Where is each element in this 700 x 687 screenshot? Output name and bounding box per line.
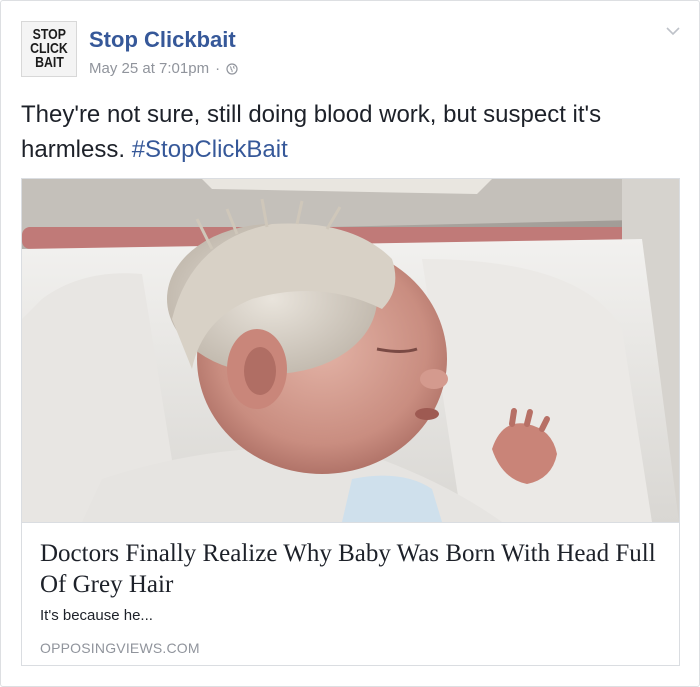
- globe-icon[interactable]: [226, 62, 238, 75]
- chevron-down-icon[interactable]: [665, 25, 681, 37]
- post-meta: May 25 at 7:01pm ·: [89, 60, 238, 77]
- link-description: It's because he...: [40, 607, 153, 624]
- post-timestamp[interactable]: May 25 at 7:01pm: [89, 60, 209, 77]
- avatar-line-3: BAIT: [34, 54, 64, 71]
- post-message: They're not sure, still doing blood work…: [21, 97, 671, 167]
- post-message-text: They're not sure, still doing blood work…: [21, 101, 602, 163]
- facebook-post: STOP CLICK BAIT Stop Clickbait May 25 at…: [0, 0, 700, 687]
- link-title[interactable]: Doctors Finally Realize Why Baby Was Bor…: [40, 538, 670, 600]
- photo-newborn-baby-grey-hair: [22, 179, 679, 522]
- link-preview-body[interactable]: Doctors Finally Realize Why Baby Was Bor…: [22, 522, 679, 665]
- link-domain: OPPOSINGVIEWS.COM: [40, 640, 200, 656]
- page-avatar[interactable]: STOP CLICK BAIT: [21, 21, 77, 77]
- page-name-link[interactable]: Stop Clickbait: [89, 27, 236, 53]
- hashtag-link[interactable]: #StopClickBait: [132, 136, 288, 163]
- link-preview-image[interactable]: [22, 179, 679, 522]
- meta-separator: ·: [215, 60, 221, 77]
- link-preview-card[interactable]: Doctors Finally Realize Why Baby Was Bor…: [21, 178, 680, 666]
